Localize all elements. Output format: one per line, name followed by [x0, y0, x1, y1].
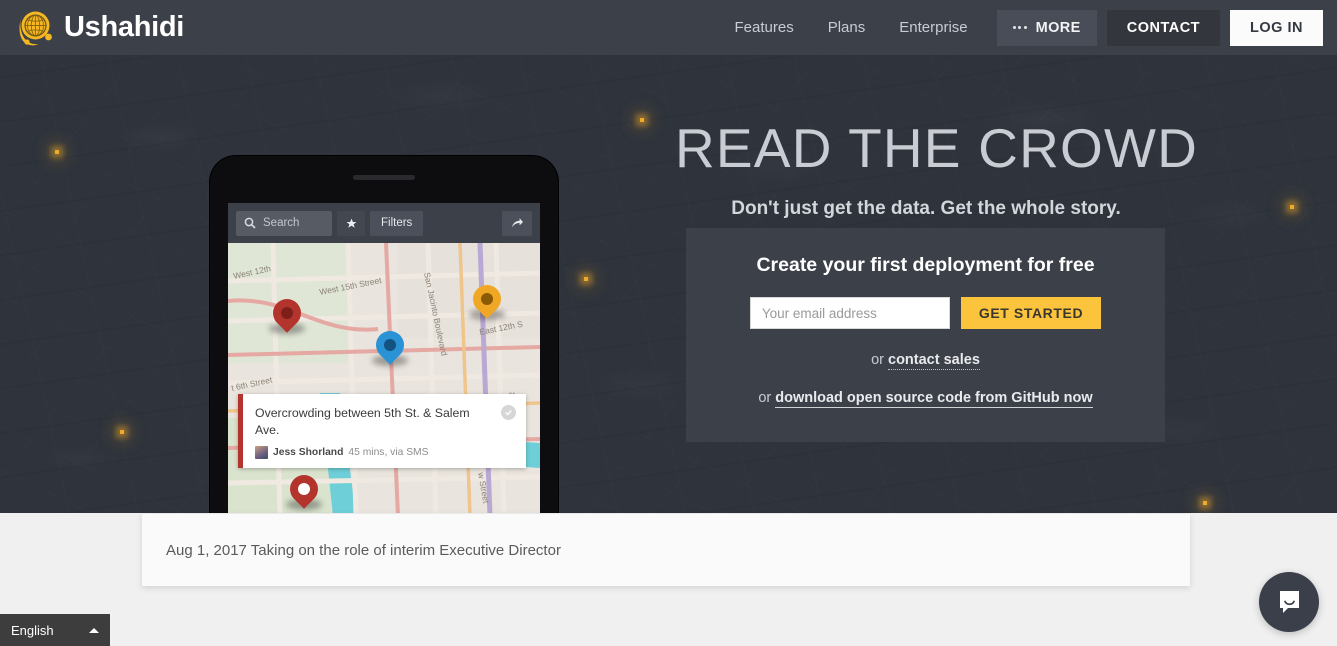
- map-pin-selected[interactable]: [284, 469, 324, 513]
- map-glow-dot: [584, 277, 588, 281]
- phone-mockup: Search Filters West 12th West 15th Stree…: [210, 156, 558, 513]
- more-menu-label: MORE: [1035, 19, 1081, 36]
- alt-prefix-2: or: [758, 390, 776, 406]
- signup-title: Create your first deployment for free: [756, 254, 1095, 276]
- map-glow-dot: [55, 150, 59, 154]
- nav-link-enterprise[interactable]: Enterprise: [882, 19, 984, 36]
- app-filters-button[interactable]: Filters: [370, 210, 424, 236]
- search-icon: [244, 217, 256, 229]
- more-menu-button[interactable]: MORE: [996, 9, 1097, 46]
- github-download-link[interactable]: download open source code from GitHub no…: [775, 390, 1093, 408]
- map-pin-blue[interactable]: [370, 325, 410, 369]
- brand-name: Ushahidi: [64, 11, 185, 43]
- report-meta: Jess Shorland 45 mins, via SMS: [255, 445, 514, 459]
- map-pin-red[interactable]: [267, 293, 307, 337]
- report-author: Jess Shorland: [273, 446, 344, 458]
- contact-button[interactable]: CONTACT: [1106, 9, 1221, 46]
- map-glow-dot: [640, 118, 644, 122]
- nav-link-plans[interactable]: Plans: [811, 19, 883, 36]
- contact-sales-link[interactable]: contact sales: [888, 352, 980, 370]
- main-nav: Features Plans Enterprise MORE CONTACT L…: [718, 0, 1337, 55]
- star-icon: [346, 218, 356, 228]
- map-glow-dot: [1203, 501, 1207, 505]
- get-started-button[interactable]: GET STARTED: [960, 297, 1102, 329]
- news-banner[interactable]: Aug 1, 2017 Taking on the role of interi…: [142, 514, 1190, 586]
- map-glow-dot: [120, 430, 124, 434]
- github-line: or download open source code from GitHub…: [686, 390, 1165, 408]
- check-circle-icon[interactable]: [501, 405, 516, 420]
- alt-prefix-1: or: [871, 352, 889, 368]
- ellipsis-icon: [1012, 26, 1027, 29]
- language-selector-label: English: [11, 622, 54, 638]
- page-title: READ THE CROWD: [675, 117, 1199, 179]
- language-selector[interactable]: English: [0, 614, 110, 646]
- ushahidi-globe-icon: [14, 6, 58, 50]
- map-report-popup[interactable]: Overcrowding between 5th St. & Salem Ave…: [238, 394, 526, 468]
- chat-launcher-button[interactable]: [1259, 572, 1319, 632]
- caret-up-icon: [89, 627, 99, 633]
- brand-logo-link[interactable]: Ushahidi: [14, 6, 184, 50]
- report-timestamp: 45 mins, via SMS: [348, 446, 429, 458]
- app-share-button[interactable]: [502, 210, 532, 236]
- phone-screen: Search Filters West 12th West 15th Stree…: [228, 203, 540, 513]
- nav-link-features[interactable]: Features: [718, 19, 811, 36]
- email-input[interactable]: [749, 297, 950, 329]
- app-map[interactable]: West 12th West 15th Street San Jacinto B…: [228, 243, 540, 513]
- app-toolbar: Search Filters: [228, 203, 540, 243]
- hero-section: Search Filters West 12th West 15th Stree…: [0, 55, 1337, 513]
- map-pin-orange[interactable]: [467, 279, 507, 323]
- site-header: Ushahidi Features Plans Enterprise MORE …: [0, 0, 1337, 55]
- news-banner-text: Aug 1, 2017 Taking on the role of interi…: [166, 541, 561, 559]
- share-icon: [511, 218, 523, 228]
- signup-form: GET STARTED: [686, 297, 1165, 329]
- hero-subtitle: Don't just get the data. Get the whole s…: [731, 198, 1121, 219]
- app-search-input[interactable]: Search: [236, 210, 332, 236]
- phone-speaker: [353, 175, 415, 180]
- signup-panel: Create your first deployment for free GE…: [686, 228, 1165, 442]
- app-search-placeholder: Search: [263, 217, 300, 229]
- report-title: Overcrowding between 5th St. & Salem Ave…: [255, 406, 470, 437]
- contact-sales-line: or contact sales: [686, 352, 1165, 370]
- hero-copy: READ THE CROWD Don't just get the data. …: [675, 55, 1199, 220]
- map-tiles: West 12th West 15th Street San Jacinto B…: [228, 243, 540, 513]
- app-favorites-button[interactable]: [337, 210, 365, 236]
- map-glow-dot: [1290, 205, 1294, 209]
- avatar: [255, 445, 268, 459]
- chat-bubble-icon: [1279, 590, 1299, 613]
- login-button[interactable]: LOG IN: [1230, 9, 1323, 46]
